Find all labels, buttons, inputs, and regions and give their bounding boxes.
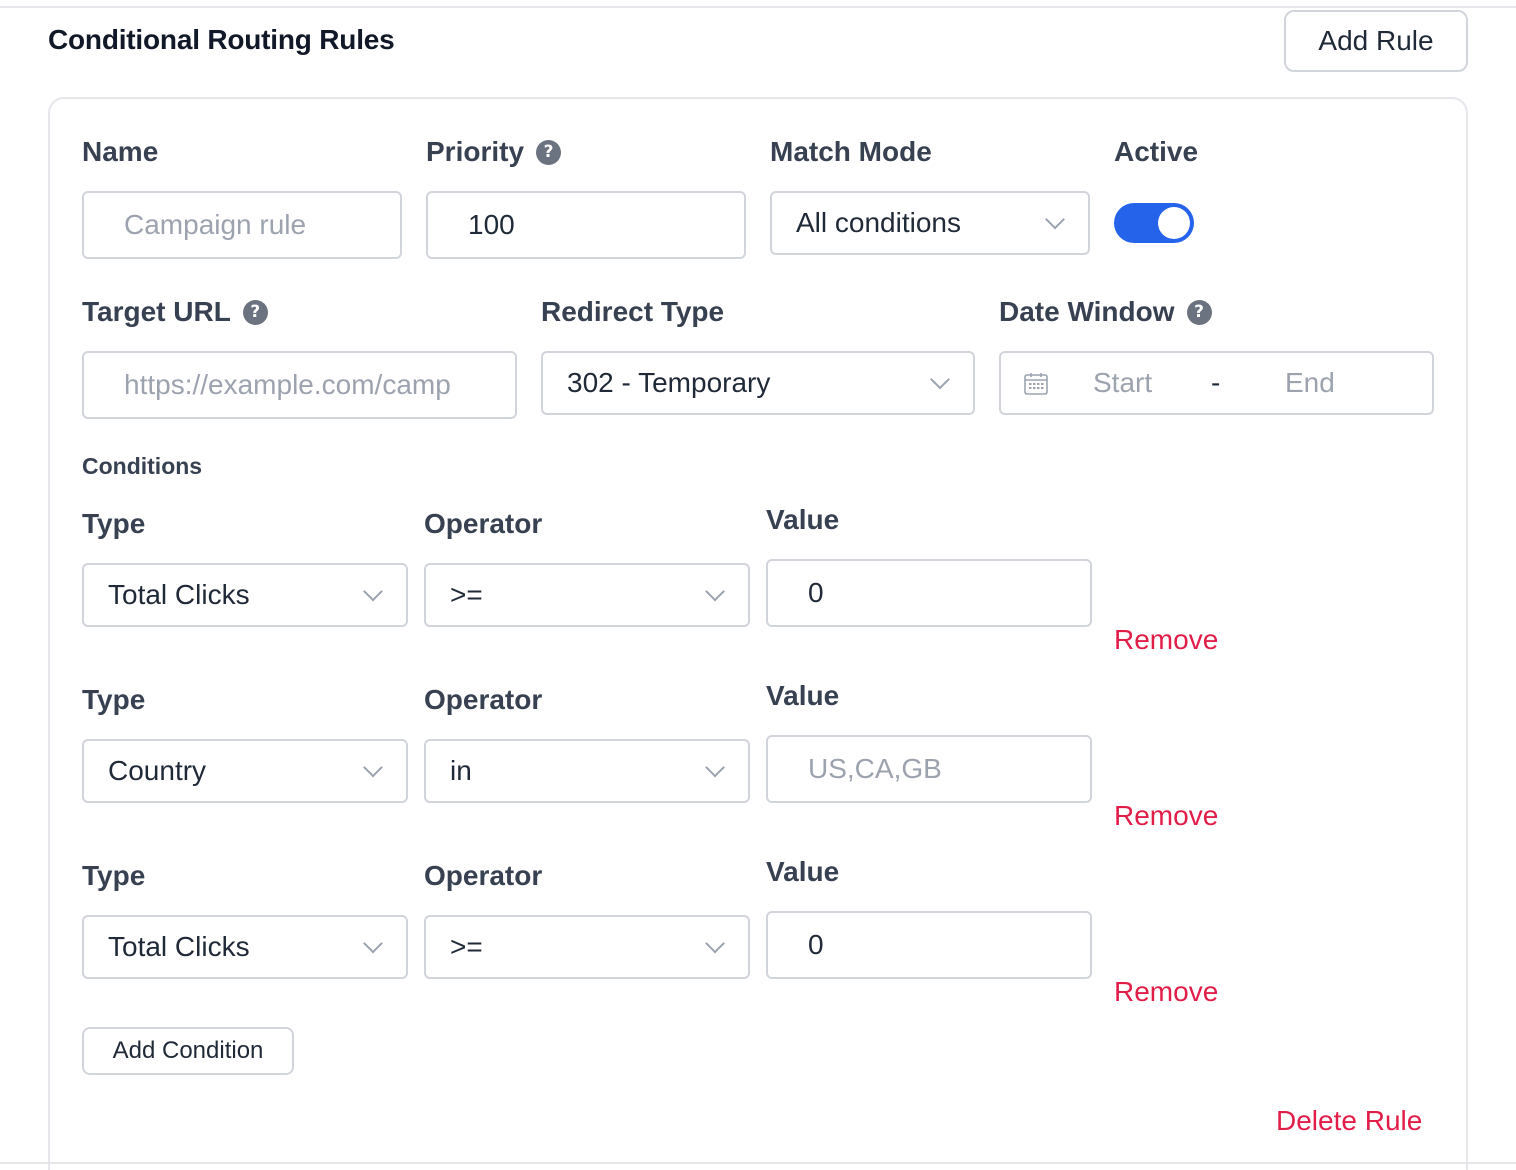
date-window-picker[interactable]: Start - End (999, 351, 1434, 415)
target-url-input[interactable]: https://example.com/camp (82, 351, 517, 419)
condition-type-select[interactable]: Total Clicks (82, 563, 408, 627)
conditions-heading: Conditions (82, 453, 203, 479)
redirect-type-select[interactable]: 302 - Temporary (541, 351, 975, 415)
condition-operator-label: Operator (424, 684, 543, 715)
remove-condition-button[interactable]: Remove (1114, 800, 1218, 832)
top-divider (0, 6, 1516, 8)
condition-type-select[interactable]: Total Clicks (82, 915, 408, 979)
remove-condition-button[interactable]: Remove (1114, 624, 1218, 656)
chevron-down-icon (705, 933, 725, 954)
target-url-placeholder: https://example.com/camp (124, 369, 451, 400)
condition-type-label: Type (82, 860, 146, 891)
chevron-down-icon (363, 581, 383, 602)
condition-type-value: Country (108, 755, 207, 786)
condition-type-value: Total Clicks (108, 579, 250, 610)
condition-operator-value: in (450, 755, 472, 786)
date-separator: - (1211, 367, 1221, 398)
redirect-type-label: Redirect Type (541, 296, 725, 327)
condition-value-placeholder: US,CA,GB (808, 753, 942, 784)
chevron-down-icon (930, 369, 950, 390)
condition-value-text: 0 (808, 577, 824, 608)
add-rule-button[interactable]: Add Rule (1284, 10, 1468, 72)
date-start-input[interactable]: Start (1093, 367, 1152, 399)
name-label: Name (82, 136, 159, 167)
chevron-down-icon (1045, 209, 1065, 230)
target-url-help-icon[interactable]: ? (242, 299, 268, 325)
condition-operator-select[interactable]: in (424, 739, 750, 803)
condition-operator-select[interactable]: >= (424, 915, 750, 979)
remove-condition-button[interactable]: Remove (1114, 976, 1218, 1008)
condition-value-label: Value (766, 856, 840, 887)
redirect-type-value: 302 - Temporary (567, 367, 771, 398)
priority-help-icon[interactable]: ? (536, 139, 562, 165)
chevron-down-icon (363, 933, 383, 954)
calendar-icon (1024, 373, 1048, 395)
match-mode-select[interactable]: All conditions (770, 191, 1090, 255)
section-title: Conditional Routing Rules (48, 24, 395, 55)
date-window-help-icon[interactable]: ? (1186, 299, 1212, 325)
active-toggle[interactable] (1114, 203, 1194, 243)
condition-value-input[interactable]: US,CA,GB (766, 735, 1092, 803)
condition-value-input[interactable]: 0 (766, 911, 1092, 979)
condition-operator-value: >= (450, 931, 483, 962)
condition-operator-label: Operator (424, 508, 543, 539)
condition-value-input[interactable]: 0 (766, 559, 1092, 627)
condition-type-value: Total Clicks (108, 931, 250, 962)
toggle-knob (1158, 207, 1190, 239)
condition-operator-select[interactable]: >= (424, 563, 750, 627)
priority-input[interactable]: 100 (426, 191, 746, 259)
add-condition-button[interactable]: Add Condition (82, 1027, 294, 1075)
condition-type-label: Type (82, 508, 146, 539)
condition-value-label: Value (766, 504, 840, 535)
condition-operator-label: Operator (424, 860, 543, 891)
name-input[interactable]: Campaign rule (82, 191, 402, 259)
delete-rule-button[interactable]: Delete Rule (1276, 1105, 1422, 1137)
condition-type-label: Type (82, 684, 146, 715)
priority-label: Priority ? (426, 136, 562, 168)
date-end-input[interactable]: End (1285, 367, 1335, 399)
condition-value-label: Value (766, 680, 840, 711)
priority-input-value: 100 (468, 209, 515, 240)
bottom-divider (0, 1162, 1516, 1164)
date-window-label: Date Window ? (999, 296, 1212, 328)
chevron-down-icon (705, 757, 725, 778)
condition-value-text: 0 (808, 929, 824, 960)
condition-operator-value: >= (450, 579, 483, 610)
match-mode-value: All conditions (796, 207, 961, 238)
target-url-label: Target URL ? (82, 296, 268, 328)
match-mode-label: Match Mode (770, 136, 932, 167)
chevron-down-icon (705, 581, 725, 602)
name-input-placeholder: Campaign rule (124, 209, 307, 240)
condition-type-select[interactable]: Country (82, 739, 408, 803)
active-label: Active (1114, 136, 1199, 167)
chevron-down-icon (363, 757, 383, 778)
